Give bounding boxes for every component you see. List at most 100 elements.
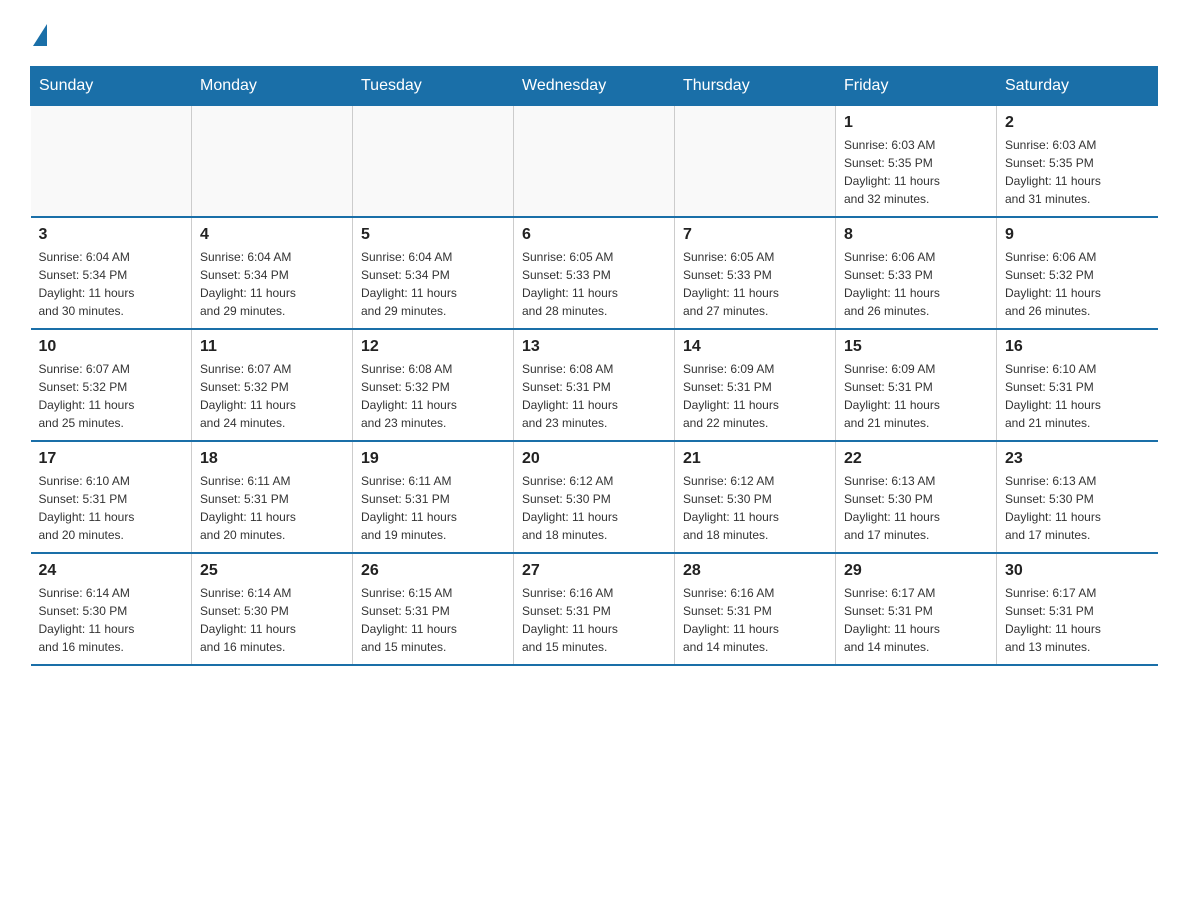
calendar-cell: 9 Sunrise: 6:06 AM Sunset: 5:32 PM Daylig… xyxy=(997,217,1158,329)
day-info: Sunrise: 6:10 AM Sunset: 5:31 PM Dayligh… xyxy=(1005,360,1150,432)
day-number: 29 xyxy=(844,562,988,580)
calendar-cell: 19 Sunrise: 6:11 AM Sunset: 5:31 PM Dayli… xyxy=(353,441,514,553)
day-number: 28 xyxy=(683,562,827,580)
calendar-cell: 22 Sunrise: 6:13 AM Sunset: 5:30 PM Dayli… xyxy=(836,441,997,553)
day-info: Sunrise: 6:10 AM Sunset: 5:31 PM Dayligh… xyxy=(39,472,184,544)
day-number: 10 xyxy=(39,338,184,356)
calendar-cell: 8 Sunrise: 6:06 AM Sunset: 5:33 PM Daylig… xyxy=(836,217,997,329)
day-number: 19 xyxy=(361,450,505,468)
day-info: Sunrise: 6:16 AM Sunset: 5:31 PM Dayligh… xyxy=(522,584,666,656)
calendar-cell: 26 Sunrise: 6:15 AM Sunset: 5:31 PM Dayli… xyxy=(353,553,514,665)
day-number: 27 xyxy=(522,562,666,580)
calendar-cell: 16 Sunrise: 6:10 AM Sunset: 5:31 PM Dayli… xyxy=(997,329,1158,441)
day-info: Sunrise: 6:14 AM Sunset: 5:30 PM Dayligh… xyxy=(200,584,344,656)
day-number: 7 xyxy=(683,226,827,244)
weekday-header-thursday: Thursday xyxy=(675,67,836,106)
day-number: 13 xyxy=(522,338,666,356)
day-number: 16 xyxy=(1005,338,1150,356)
calendar-cell xyxy=(353,106,514,218)
day-info: Sunrise: 6:06 AM Sunset: 5:32 PM Dayligh… xyxy=(1005,248,1150,320)
weekday-header-tuesday: Tuesday xyxy=(353,67,514,106)
day-info: Sunrise: 6:17 AM Sunset: 5:31 PM Dayligh… xyxy=(1005,584,1150,656)
day-info: Sunrise: 6:03 AM Sunset: 5:35 PM Dayligh… xyxy=(844,136,988,208)
calendar-cell: 14 Sunrise: 6:09 AM Sunset: 5:31 PM Dayli… xyxy=(675,329,836,441)
day-info: Sunrise: 6:05 AM Sunset: 5:33 PM Dayligh… xyxy=(522,248,666,320)
calendar-cell: 1 Sunrise: 6:03 AM Sunset: 5:35 PM Daylig… xyxy=(836,106,997,218)
day-number: 21 xyxy=(683,450,827,468)
day-number: 8 xyxy=(844,226,988,244)
day-number: 26 xyxy=(361,562,505,580)
calendar-week-row: 17 Sunrise: 6:10 AM Sunset: 5:31 PM Dayli… xyxy=(31,441,1158,553)
day-number: 17 xyxy=(39,450,184,468)
logo xyxy=(30,20,47,46)
day-number: 4 xyxy=(200,226,344,244)
calendar-cell xyxy=(514,106,675,218)
calendar-table: SundayMondayTuesdayWednesdayThursdayFrid… xyxy=(30,66,1158,666)
calendar-cell: 27 Sunrise: 6:16 AM Sunset: 5:31 PM Dayli… xyxy=(514,553,675,665)
calendar-cell xyxy=(192,106,353,218)
day-number: 23 xyxy=(1005,450,1150,468)
calendar-cell: 4Sunrise: 6:04 AM Sunset: 5:34 PM Daylig… xyxy=(192,217,353,329)
weekday-header-friday: Friday xyxy=(836,67,997,106)
day-info: Sunrise: 6:04 AM Sunset: 5:34 PM Dayligh… xyxy=(361,248,505,320)
calendar-cell: 11Sunrise: 6:07 AM Sunset: 5:32 PM Dayli… xyxy=(192,329,353,441)
calendar-week-row: 10 Sunrise: 6:07 AM Sunset: 5:32 PM Dayli… xyxy=(31,329,1158,441)
day-number: 6 xyxy=(522,226,666,244)
calendar-cell: 20Sunrise: 6:12 AM Sunset: 5:30 PM Dayli… xyxy=(514,441,675,553)
calendar-cell: 29Sunrise: 6:17 AM Sunset: 5:31 PM Dayli… xyxy=(836,553,997,665)
day-info: Sunrise: 6:12 AM Sunset: 5:30 PM Dayligh… xyxy=(683,472,827,544)
calendar-cell: 17 Sunrise: 6:10 AM Sunset: 5:31 PM Dayli… xyxy=(31,441,192,553)
day-number: 3 xyxy=(39,226,184,244)
calendar-cell xyxy=(675,106,836,218)
calendar-cell: 10 Sunrise: 6:07 AM Sunset: 5:32 PM Dayli… xyxy=(31,329,192,441)
weekday-header-wednesday: Wednesday xyxy=(514,67,675,106)
day-info: Sunrise: 6:06 AM Sunset: 5:33 PM Dayligh… xyxy=(844,248,988,320)
day-number: 18 xyxy=(200,450,344,468)
day-number: 30 xyxy=(1005,562,1150,580)
calendar-cell: 24Sunrise: 6:14 AM Sunset: 5:30 PM Dayli… xyxy=(31,553,192,665)
day-info: Sunrise: 6:08 AM Sunset: 5:31 PM Dayligh… xyxy=(522,360,666,432)
day-info: Sunrise: 6:11 AM Sunset: 5:31 PM Dayligh… xyxy=(361,472,505,544)
day-info: Sunrise: 6:09 AM Sunset: 5:31 PM Dayligh… xyxy=(683,360,827,432)
calendar-body: 1 Sunrise: 6:03 AM Sunset: 5:35 PM Daylig… xyxy=(31,106,1158,666)
day-number: 22 xyxy=(844,450,988,468)
page-header xyxy=(30,20,1158,46)
day-number: 1 xyxy=(844,114,988,132)
day-info: Sunrise: 6:15 AM Sunset: 5:31 PM Dayligh… xyxy=(361,584,505,656)
calendar-cell: 7 Sunrise: 6:05 AM Sunset: 5:33 PM Daylig… xyxy=(675,217,836,329)
day-number: 12 xyxy=(361,338,505,356)
day-info: Sunrise: 6:05 AM Sunset: 5:33 PM Dayligh… xyxy=(683,248,827,320)
calendar-cell: 2Sunrise: 6:03 AM Sunset: 5:35 PM Daylig… xyxy=(997,106,1158,218)
calendar-cell: 15Sunrise: 6:09 AM Sunset: 5:31 PM Dayli… xyxy=(836,329,997,441)
weekday-header-sunday: Sunday xyxy=(31,67,192,106)
calendar-week-row: 1 Sunrise: 6:03 AM Sunset: 5:35 PM Daylig… xyxy=(31,106,1158,218)
day-info: Sunrise: 6:07 AM Sunset: 5:32 PM Dayligh… xyxy=(39,360,184,432)
calendar-cell: 18 Sunrise: 6:11 AM Sunset: 5:31 PM Dayli… xyxy=(192,441,353,553)
calendar-week-row: 24 Sunrise: 6:14 AM Sunset: 5:30 PM Dayli… xyxy=(31,553,1158,665)
day-info: Sunrise: 6:11 AM Sunset: 5:31 PM Dayligh… xyxy=(200,472,344,544)
calendar-cell: 23 Sunrise: 6:13 AM Sunset: 5:30 PM Dayli… xyxy=(997,441,1158,553)
calendar-cell: 6 Sunrise: 6:05 AM Sunset: 5:33 PM Daylig… xyxy=(514,217,675,329)
calendar-cell: 30 Sunrise: 6:17 AM Sunset: 5:31 PM Dayli… xyxy=(997,553,1158,665)
day-info: Sunrise: 6:13 AM Sunset: 5:30 PM Dayligh… xyxy=(1005,472,1150,544)
calendar-cell: 3 Sunrise: 6:04 AM Sunset: 5:34 PM Daylig… xyxy=(31,217,192,329)
day-number: 24 xyxy=(39,562,184,580)
logo-triangle-icon xyxy=(33,24,47,46)
weekday-header-row: SundayMondayTuesdayWednesdayThursdayFrid… xyxy=(31,67,1158,106)
weekday-header-saturday: Saturday xyxy=(997,67,1158,106)
day-number: 20 xyxy=(522,450,666,468)
calendar-cell: 12Sunrise: 6:08 AM Sunset: 5:32 PM Dayli… xyxy=(353,329,514,441)
calendar-cell xyxy=(31,106,192,218)
day-info: Sunrise: 6:13 AM Sunset: 5:30 PM Dayligh… xyxy=(844,472,988,544)
day-info: Sunrise: 6:09 AM Sunset: 5:31 PM Dayligh… xyxy=(844,360,988,432)
day-number: 14 xyxy=(683,338,827,356)
calendar-cell: 13 Sunrise: 6:08 AM Sunset: 5:31 PM Dayli… xyxy=(514,329,675,441)
weekday-header-monday: Monday xyxy=(192,67,353,106)
calendar-header: SundayMondayTuesdayWednesdayThursdayFrid… xyxy=(31,67,1158,106)
calendar-cell: 25Sunrise: 6:14 AM Sunset: 5:30 PM Dayli… xyxy=(192,553,353,665)
calendar-cell: 21 Sunrise: 6:12 AM Sunset: 5:30 PM Dayli… xyxy=(675,441,836,553)
day-number: 9 xyxy=(1005,226,1150,244)
calendar-cell: 28Sunrise: 6:16 AM Sunset: 5:31 PM Dayli… xyxy=(675,553,836,665)
day-info: Sunrise: 6:04 AM Sunset: 5:34 PM Dayligh… xyxy=(39,248,184,320)
calendar-week-row: 3 Sunrise: 6:04 AM Sunset: 5:34 PM Daylig… xyxy=(31,217,1158,329)
